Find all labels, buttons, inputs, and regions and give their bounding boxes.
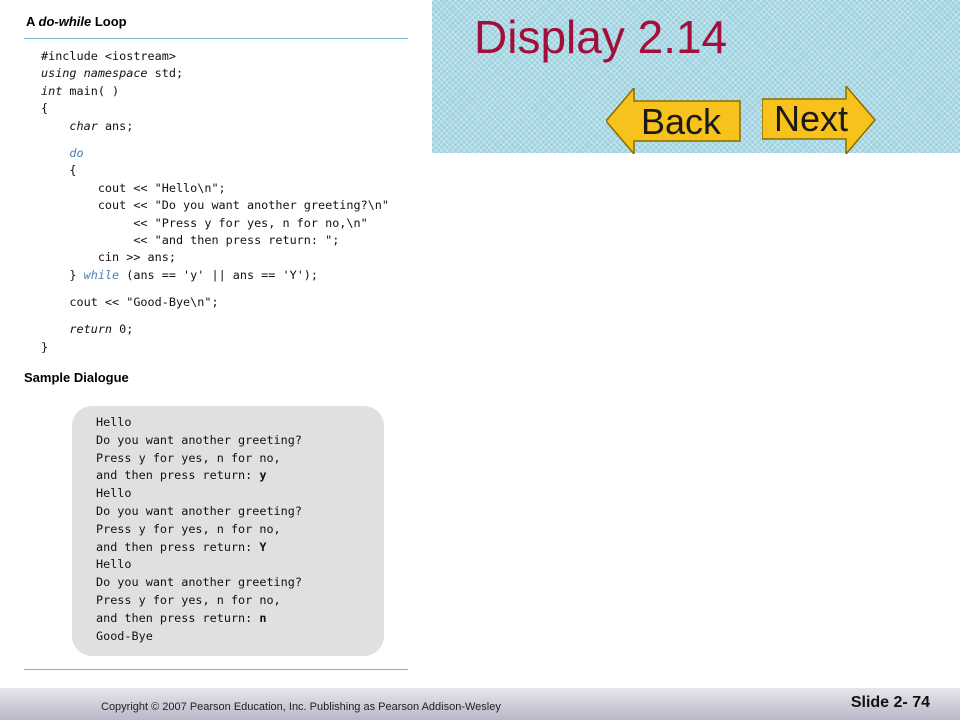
code-text: 0; bbox=[112, 322, 134, 337]
bottom-divider bbox=[24, 669, 408, 670]
code-keyword: int bbox=[41, 83, 63, 98]
dialogue-user-input: Y bbox=[259, 539, 267, 554]
code-listing: #include <iostream> using namespace std; i… bbox=[41, 48, 389, 356]
code-text: main( ) bbox=[62, 83, 120, 98]
dialogue-line: Do you want another greeting? bbox=[96, 503, 302, 518]
dialogue-line: Good-Bye bbox=[96, 628, 153, 643]
code-line: #include <iostream> bbox=[41, 49, 176, 63]
next-button[interactable]: Next bbox=[762, 86, 876, 154]
slide-number: Slide 2- 74 bbox=[850, 694, 930, 711]
dialogue-line: Hello bbox=[96, 557, 132, 572]
code-line: using namespace std; bbox=[41, 65, 389, 82]
dialogue-text: Hello Do you want another greeting? Press … bbox=[96, 414, 302, 645]
code-keyword: return bbox=[69, 322, 113, 337]
back-button[interactable]: Back bbox=[606, 88, 742, 154]
code-line: << "and then press return: "; bbox=[41, 232, 340, 247]
back-button-label: Back bbox=[641, 101, 722, 142]
dialogue-prompt: and then press return: bbox=[96, 610, 260, 625]
code-line: } while (ans == 'y' || ans == 'Y'); bbox=[41, 267, 389, 284]
code-line: do bbox=[41, 145, 389, 162]
dialogue-user-input: n bbox=[259, 610, 267, 625]
code-line: } bbox=[41, 339, 49, 354]
code-line: cin >> ans; bbox=[41, 250, 176, 265]
display-panel: A do-while Loop #include <iostream> using… bbox=[24, 0, 408, 676]
dialogue-line: Do you want another greeting? bbox=[96, 432, 302, 447]
dialogue-prompt: and then press return: bbox=[96, 468, 260, 483]
code-spacer bbox=[41, 135, 389, 145]
code-line: << "Press y for yes, n for no,\n" bbox=[41, 215, 368, 230]
dialogue-line: and then press return: Y bbox=[96, 539, 302, 557]
top-divider bbox=[24, 38, 408, 39]
code-line: { bbox=[41, 101, 49, 116]
code-keyword: do bbox=[69, 145, 84, 160]
copyright-text: Copyright © 2007 Pearson Education, Inc.… bbox=[101, 701, 501, 713]
dialogue-line: and then press return: n bbox=[96, 610, 302, 628]
code-spacer bbox=[41, 284, 389, 294]
code-line: cout << "Good-Bye\n"; bbox=[41, 295, 219, 310]
code-spacer bbox=[41, 311, 389, 321]
code-text: std; bbox=[147, 66, 184, 81]
code-text: } bbox=[41, 267, 84, 282]
code-line: int main( ) bbox=[41, 83, 389, 100]
code-text: ans; bbox=[97, 118, 134, 133]
code-line: cout << "Hello\n"; bbox=[41, 180, 226, 195]
dialogue-line: Do you want another greeting? bbox=[96, 575, 302, 590]
dialogue-line: Press y for yes, n for no, bbox=[96, 521, 281, 536]
slide-title: Display 2.14 bbox=[474, 11, 728, 63]
code-keyword: using namespace bbox=[41, 66, 148, 81]
sample-dialogue-box: Hello Do you want another greeting? Press … bbox=[72, 406, 384, 656]
code-keyword: while bbox=[83, 267, 120, 282]
code-line: return 0; bbox=[41, 321, 389, 338]
display-heading-prefix: A bbox=[26, 14, 39, 29]
code-line: char ans; bbox=[41, 118, 389, 135]
code-line: cout << "Do you want another greeting?\n… bbox=[41, 198, 390, 213]
display-heading-italic: do-while bbox=[38, 14, 92, 29]
code-text: (ans == 'y' || ans == 'Y'); bbox=[119, 267, 319, 282]
next-button-label: Next bbox=[774, 98, 849, 139]
code-keyword: char bbox=[69, 118, 98, 133]
dialogue-line: and then press return: y bbox=[96, 467, 302, 485]
display-heading-suffix: Loop bbox=[91, 14, 127, 29]
dialogue-line: Press y for yes, n for no, bbox=[96, 450, 281, 465]
code-line: { bbox=[41, 163, 77, 178]
sample-dialogue-heading: Sample Dialogue bbox=[24, 370, 129, 385]
dialogue-user-input: y bbox=[259, 468, 267, 483]
dialogue-line: Hello bbox=[96, 486, 132, 501]
dialogue-line: Press y for yes, n for no, bbox=[96, 592, 281, 607]
display-heading: A do-while Loop bbox=[26, 14, 127, 29]
dialogue-line: Hello bbox=[96, 415, 132, 429]
footer-bar: Copyright © 2007 Pearson Education, Inc.… bbox=[0, 688, 960, 720]
dialogue-prompt: and then press return: bbox=[96, 539, 260, 554]
